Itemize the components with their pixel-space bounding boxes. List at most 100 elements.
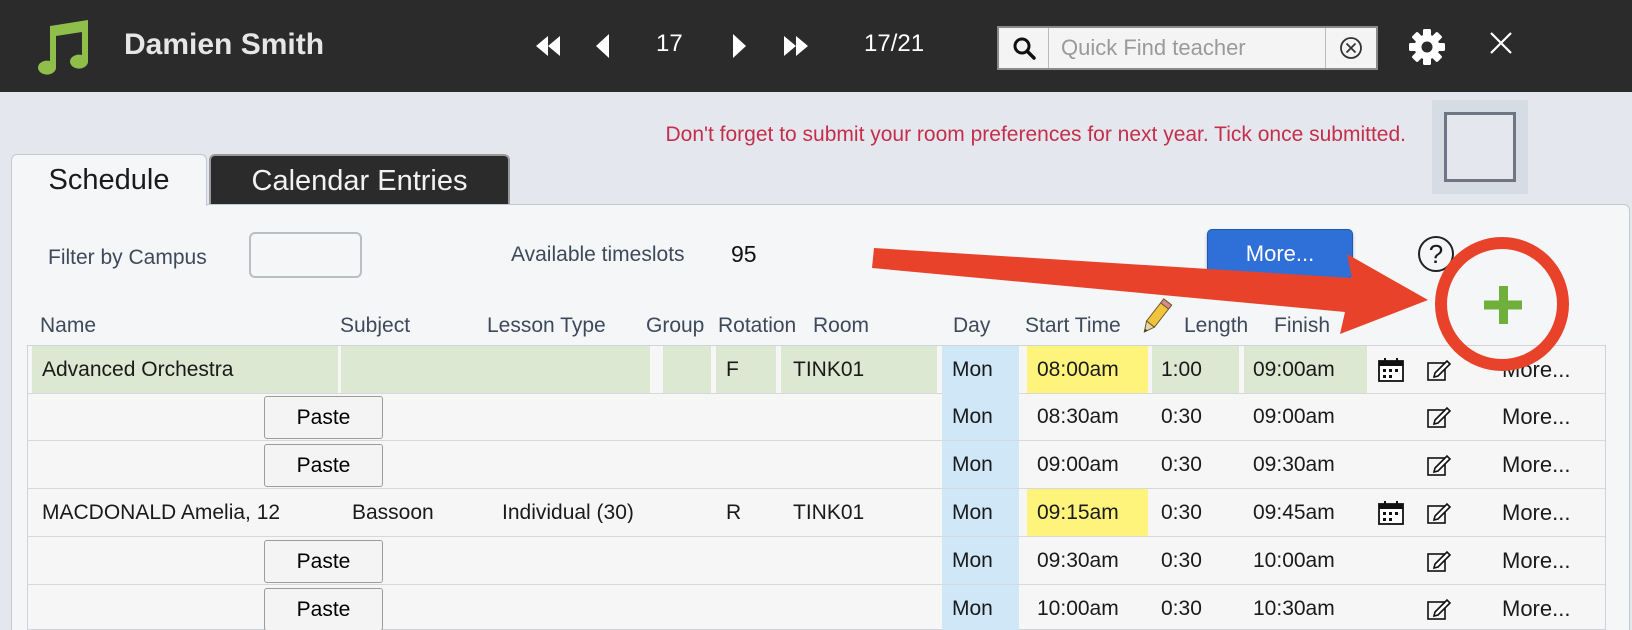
cell-group	[663, 489, 711, 536]
first-record-button[interactable]	[532, 30, 564, 62]
available-timeslots-value: 95	[731, 241, 757, 267]
column-header-lesson-type: Lesson Type	[487, 314, 606, 337]
cell-room: TINK01	[781, 346, 937, 393]
column-header-group: Group	[646, 314, 705, 337]
column-header-length: Length	[1184, 314, 1249, 337]
column-header-rotation: Rotation	[718, 314, 797, 337]
calendar-button[interactable]	[1375, 346, 1407, 393]
cell-length: 1:00	[1152, 346, 1239, 393]
table-row[interactable]: Paste Mon 09:30am 0:30 10:00am More...	[28, 537, 1605, 585]
plus-icon	[1484, 286, 1522, 324]
table-row[interactable]: MACDONALD Amelia, 12 Bassoon Individual …	[28, 489, 1605, 537]
cell-finish: 09:00am	[1244, 346, 1367, 393]
cell-subject: Bassoon	[352, 500, 434, 524]
cell-finish: 09:45am	[1253, 500, 1335, 524]
cell-length: 0:30	[1161, 500, 1202, 524]
add-entry-button[interactable]	[1480, 282, 1526, 328]
submitted-checkbox[interactable]	[1444, 112, 1516, 182]
edit-button[interactable]	[1424, 441, 1454, 488]
table-row[interactable]: Paste Mon 10:00am 0:30 10:30am More...	[28, 585, 1605, 630]
filter-campus-label: Filter by Campus	[48, 246, 207, 269]
cell-day: Mon	[942, 346, 1019, 393]
paste-button[interactable]: Paste	[264, 588, 383, 630]
last-record-button[interactable]	[780, 30, 812, 62]
cell-start-time: 09:30am	[1037, 548, 1119, 572]
music-note-icon	[38, 20, 88, 75]
paste-button[interactable]: Paste	[264, 444, 383, 487]
gear-icon	[1409, 29, 1445, 65]
tab-schedule[interactable]: Schedule	[11, 154, 207, 206]
cell-lesson-type: Individual (30)	[502, 501, 634, 523]
filter-campus-field[interactable]	[249, 232, 362, 278]
record-number: 17	[656, 30, 683, 57]
clear-circle-x-icon	[1340, 37, 1362, 59]
column-header-day: Day	[953, 314, 991, 337]
edit-square-icon	[1427, 406, 1452, 428]
edit-square-icon	[1427, 454, 1452, 476]
next-record-button[interactable]	[730, 30, 750, 62]
cell-room: TINK01	[793, 500, 865, 524]
cell-name: Advanced Orchestra	[32, 346, 338, 393]
calendar-icon	[1378, 500, 1404, 525]
row-more-link[interactable]: More...	[1502, 441, 1570, 488]
edit-button[interactable]	[1424, 585, 1454, 630]
column-header-subject: Subject	[340, 314, 411, 337]
edit-button[interactable]	[1424, 393, 1454, 440]
search-button[interactable]	[999, 28, 1049, 68]
column-header-name: Name	[40, 314, 97, 337]
edit-square-icon	[1427, 550, 1452, 572]
calendar-icon	[1378, 357, 1404, 382]
row-more-link[interactable]: More...	[1502, 537, 1570, 584]
edit-button[interactable]	[1424, 537, 1454, 584]
more-button[interactable]: More...	[1207, 229, 1353, 279]
edit-square-icon	[1427, 502, 1452, 524]
table-row[interactable]: Paste Mon 08:30am 0:30 09:00am More...	[28, 393, 1605, 441]
cell-finish: 10:00am	[1253, 548, 1335, 572]
row-more-link[interactable]: More...	[1502, 489, 1570, 536]
room-preferences-notice: Don't forget to submit your room prefere…	[665, 123, 1406, 146]
row-more-link[interactable]: More...	[1502, 393, 1570, 440]
cell-rotation: R	[726, 500, 742, 524]
skip-forward-icon	[784, 36, 808, 56]
row-more-link[interactable]: More...	[1502, 346, 1570, 393]
available-timeslots-label: Available timeslots	[511, 243, 685, 266]
record-position: 17/21	[864, 30, 925, 57]
pencil-icon[interactable]	[1138, 296, 1174, 338]
edit-button[interactable]	[1424, 489, 1454, 536]
previous-icon	[596, 34, 609, 58]
row-more-link[interactable]: More...	[1502, 585, 1570, 630]
edit-square-icon	[1427, 598, 1452, 620]
submitted-checkbox-area	[1432, 100, 1528, 194]
quick-find-input[interactable]	[1049, 28, 1325, 68]
cell-length: 0:30	[1161, 452, 1202, 476]
top-bar: Damien Smith 17 17/21	[0, 0, 1632, 92]
cell-start-time: 10:00am	[1037, 596, 1119, 620]
paste-button[interactable]: Paste	[264, 540, 383, 583]
help-button[interactable]: ?	[1418, 236, 1454, 272]
table-row[interactable]: Advanced Orchestra F TINK01 Mon 08:00am …	[28, 346, 1605, 394]
table-row[interactable]: Paste Mon 09:00am 0:30 09:30am More...	[28, 441, 1605, 489]
cell-day: Mon	[942, 393, 1019, 440]
cell-start-time: 08:30am	[1037, 404, 1119, 428]
calendar-button[interactable]	[1375, 489, 1407, 536]
column-header-room: Room	[813, 314, 870, 337]
cell-finish: 09:30am	[1253, 452, 1335, 476]
previous-record-button[interactable]	[592, 30, 612, 62]
cell-day: Mon	[942, 441, 1019, 488]
settings-button[interactable]	[1408, 28, 1446, 71]
cell-day: Mon	[942, 489, 1019, 536]
skip-back-icon	[536, 36, 560, 56]
teacher-name: Damien Smith	[124, 28, 325, 61]
quick-find-box	[997, 26, 1378, 70]
tab-calendar-entries[interactable]: Calendar Entries	[209, 154, 510, 206]
paste-button[interactable]: Paste	[264, 396, 383, 439]
edit-button[interactable]	[1424, 346, 1454, 393]
cell-start-time: 08:00am	[1027, 346, 1148, 393]
cell-day: Mon	[942, 537, 1019, 584]
close-button[interactable]	[1488, 30, 1514, 61]
clear-search-button[interactable]	[1325, 28, 1376, 68]
edit-square-icon	[1427, 359, 1452, 381]
cell-subject	[341, 346, 650, 393]
next-icon	[733, 34, 746, 58]
column-header-start-time: Start Time	[1025, 314, 1121, 337]
